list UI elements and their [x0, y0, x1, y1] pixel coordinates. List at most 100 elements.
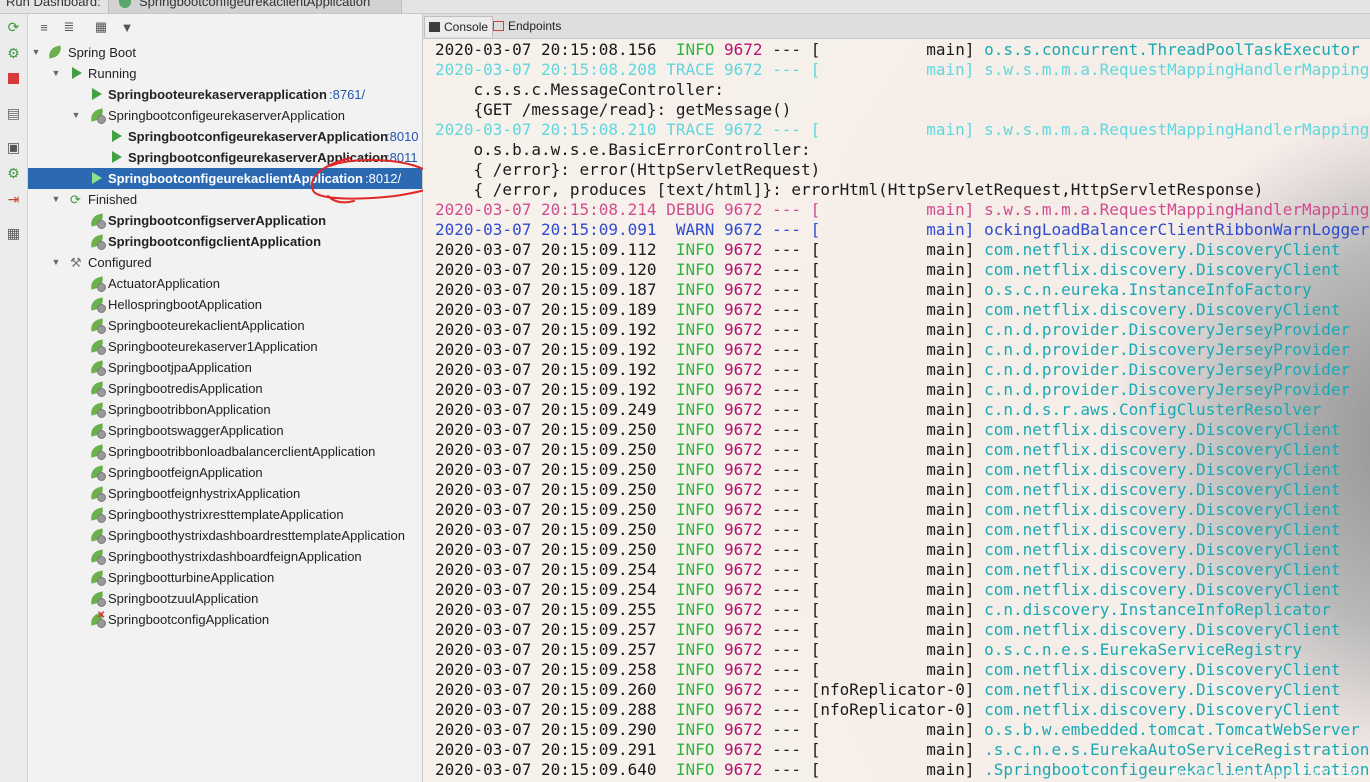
tree-item-configured[interactable]: SpringboothystrixresttemplateApplication [28, 504, 422, 525]
debug-icon[interactable]: ⚙ [5, 44, 22, 61]
tree-item-configured[interactable]: SpringboothystrixdashboardfeignApplicati… [28, 546, 422, 567]
expand-arrow-icon[interactable]: ▼ [50, 256, 62, 268]
console-line: 2020-03-07 20:15:09.250 INFO 9672 --- [ … [435, 540, 1341, 559]
tree-item-configured[interactable]: SpringboothystrixdashboardresttemplateAp… [28, 525, 422, 546]
tree-group-configured[interactable]: ▼ ⚒ Configured [28, 252, 422, 273]
app-name: SpringbootfeignApplication [108, 465, 263, 480]
exit-icon[interactable]: ⇥ [5, 190, 22, 207]
expand-arrow-icon[interactable]: ▼ [70, 109, 82, 121]
tree-group-label: Finished [88, 192, 138, 207]
stop-icon[interactable] [5, 70, 22, 87]
app-name: SpringbootconfigclientApplication [108, 234, 322, 249]
tree-item-configured[interactable]: SpringbootribbonApplication [28, 399, 422, 420]
spring-boot-icon [88, 486, 106, 502]
endpoints-icon [493, 21, 504, 31]
run-tab[interactable]: SpringbootconfigeurekaclientApplication [108, 0, 402, 13]
tree-item-configured-error[interactable]: ✕ SpringbootconfigApplication [28, 609, 422, 630]
tab-endpoints-label: Endpoints [508, 19, 562, 33]
rerun-icon[interactable]: ⟳ [5, 18, 22, 35]
tree-item-configured[interactable]: SpringbootjpaApplication [28, 357, 422, 378]
console-line: 2020-03-07 20:15:09.255 INFO 9672 --- [ … [435, 600, 1331, 619]
app-name: SpringbootconfigeurekaserverApplication [128, 129, 389, 144]
app-name: SpringbootconfigeurekaserverApplication [108, 108, 346, 123]
tree-toolbar: ≡ ≣ ▦ ▼ [28, 14, 422, 40]
group-icon[interactable]: ▦ [92, 18, 110, 36]
grid-icon[interactable]: ▦ [5, 224, 22, 241]
tree-group-label: Running [88, 66, 137, 81]
tab-console-label: Console [444, 20, 489, 34]
spring-boot-icon [88, 507, 106, 523]
spring-boot-icon [88, 360, 106, 376]
tree-node-spring-boot[interactable]: ▼ Spring Boot [28, 42, 422, 63]
app-name: Springbooteurekaserver1Application [108, 339, 318, 354]
console-line: 2020-03-07 20:15:08.210 TRACE 9672 --- [… [435, 120, 1370, 139]
tree-item-running-eurekaserver[interactable]: Springbooteurekaserverapplication :8761/ [28, 84, 422, 105]
console-line: 2020-03-07 20:15:09.112 INFO 9672 --- [ … [435, 240, 1341, 259]
spring-boot-icon [88, 108, 106, 124]
port-link[interactable]: :8010 [386, 129, 419, 144]
tree-item-configured[interactable]: HellospringbootApplication [28, 294, 422, 315]
app-name: SpringbooteurekaclientApplication [108, 318, 305, 333]
console-line: 2020-03-07 20:15:09.250 INFO 9672 --- [ … [435, 460, 1341, 479]
console-line: 2020-03-07 20:15:09.257 INFO 9672 --- [ … [435, 620, 1341, 639]
tree-item-configured[interactable]: SpringbootredisApplication [28, 378, 422, 399]
tree-item-configeurekaserver-8010[interactable]: SpringbootconfigeurekaserverApplication … [28, 126, 422, 147]
console-line: 2020-03-07 20:15:09.291 INFO 9672 --- [ … [435, 740, 1370, 759]
app-name: SpringbootredisApplication [108, 381, 263, 396]
spring-boot-icon [88, 465, 106, 481]
console-icon [429, 22, 440, 32]
filter-icon[interactable]: ▼ [118, 18, 136, 36]
expand-all-icon[interactable]: ≡ [35, 18, 53, 36]
layout-icon[interactable]: ▤ [5, 104, 22, 121]
tree-item-configured[interactable]: SpringbootfeignApplication [28, 462, 422, 483]
spring-boot-icon [88, 381, 106, 397]
app-name: SpringbootswaggerApplication [108, 423, 284, 438]
app-name: SpringboothystrixdashboardresttemplateAp… [108, 528, 406, 543]
console-line: 2020-03-07 20:15:09.192 INFO 9672 --- [ … [435, 340, 1351, 359]
run-dashboard-tree-panel: ≡ ≣ ▦ ▼ ▼ Spring Boot ▼ Running Springbo… [28, 14, 423, 782]
console-line: c.s.s.c.MessageController: [435, 80, 724, 99]
expand-arrow-icon[interactable]: ▼ [50, 67, 62, 79]
console-line: 2020-03-07 20:15:09.189 INFO 9672 --- [ … [435, 300, 1341, 319]
expand-arrow-icon[interactable]: ▼ [50, 193, 62, 205]
watermark-text: https://blog.csdn.net/u018792/21831 [1167, 766, 1362, 780]
spring-boot-icon [88, 276, 106, 292]
tree-item-configured[interactable]: Springbooteurekaserver1Application [28, 336, 422, 357]
tree-item-configured[interactable]: SpringbootfeignhystrixApplication [28, 483, 422, 504]
run-debug-icon[interactable]: ⚙ [5, 164, 22, 181]
tab-console[interactable]: Console [424, 16, 494, 37]
app-name: SpringboothystrixresttemplateApplication [108, 507, 344, 522]
tree-item-configured[interactable]: SpringbootturbineApplication [28, 567, 422, 588]
tree-item-configclient[interactable]: SpringbootconfigclientApplication [28, 231, 422, 252]
spring-boot-error-icon: ✕ [88, 610, 106, 628]
console-line: 2020-03-07 20:15:09.260 INFO 9672 --- [n… [435, 680, 1341, 699]
console-line: 2020-03-07 20:15:08.214 DEBUG 9672 --- [… [435, 200, 1370, 219]
app-name: SpringbootconfigApplication [108, 612, 270, 627]
tree-item-configured[interactable]: ActuatorApplication [28, 273, 422, 294]
console-tab-bar: Console Endpoints [423, 14, 1370, 39]
expand-arrow-icon[interactable]: ▼ [30, 46, 42, 58]
tree-group-running[interactable]: ▼ Running [28, 63, 422, 84]
tree-item-configured[interactable]: SpringbootzuulApplication [28, 588, 422, 609]
tab-endpoints[interactable]: Endpoints [489, 16, 565, 36]
run-dashboard-title: Run Dashboard: [6, 0, 101, 9]
running-app-icon [110, 129, 125, 144]
app-name: ActuatorApplication [108, 276, 221, 291]
tree-item-configured[interactable]: SpringbooteurekaclientApplication [28, 315, 422, 336]
spring-boot-icon [88, 339, 106, 355]
tree-item-configured[interactable]: SpringbootswaggerApplication [28, 420, 422, 441]
run-dashboard-header: Run Dashboard: Springbootconfigeurekacli… [0, 0, 1370, 14]
app-name: SpringbootzuulApplication [108, 591, 259, 606]
collapse-all-icon[interactable]: ≣ [60, 18, 78, 36]
app-name: SpringbootribbonApplication [108, 402, 271, 417]
console-line: 2020-03-07 20:15:09.120 INFO 9672 --- [ … [435, 260, 1341, 279]
tree-item-configured[interactable]: SpringbootribbonloadbalancerclientApplic… [28, 441, 422, 462]
console-line: 2020-03-07 20:15:09.254 INFO 9672 --- [ … [435, 580, 1341, 599]
tree-item-configeurekaserver-group[interactable]: ▼ SpringbootconfigeurekaserverApplicatio… [28, 105, 422, 126]
port-link[interactable]: :8761/ [329, 87, 365, 102]
spring-boot-icon [88, 213, 106, 229]
running-icon [70, 66, 85, 81]
camera-icon[interactable]: ▣ [5, 138, 22, 155]
running-app-icon [110, 150, 125, 165]
spring-boot-icon [88, 570, 106, 586]
